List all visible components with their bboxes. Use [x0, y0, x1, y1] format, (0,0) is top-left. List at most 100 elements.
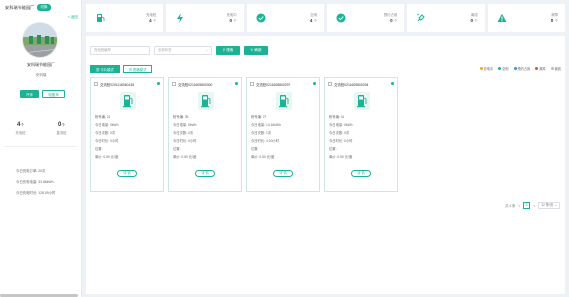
today-info-list: 今日充电订单: 20次 今日充电电量: 33.86kWh 今日充电时长: 128… — [16, 166, 55, 199]
gun-number: 枪号编: 39 — [173, 115, 189, 119]
detail-button[interactable]: 详 情 — [273, 170, 293, 177]
tab-card-mode[interactable]: ▦ 卡片模式 — [90, 65, 120, 73]
refresh-button[interactable]: ↻ 刷新 — [244, 46, 268, 55]
pager-prev-button[interactable]: < — [518, 204, 520, 208]
charging-pile-icon — [95, 13, 105, 23]
pile-checkbox[interactable] — [94, 82, 98, 86]
detail-button[interactable]: 详 情 — [195, 170, 215, 177]
status-card-fault[interactable]: 故障 0 个 — [487, 4, 565, 32]
station-sidebar: 安科瑞节能园厂 切换 < 返回 安科瑞节能园厂 安科瑞 汽车 电瓶车 4个 充电… — [0, 0, 82, 297]
search-button-label: 搜索 — [226, 48, 234, 52]
legend-label: 充电中 — [483, 67, 494, 71]
chevron-down-icon: ⌄ — [554, 203, 557, 207]
gun-number: 枪号编: 21 — [95, 115, 111, 119]
unit-price: 单价: 0.50 元/度 — [95, 155, 119, 159]
today-count: 今日次数: 0次 — [95, 131, 116, 135]
status-count: 4 — [309, 18, 313, 23]
status-dot — [235, 82, 238, 85]
check-circle-icon — [256, 13, 266, 23]
search-icon: ⚲ — [222, 48, 226, 52]
today-orders: 今日充电订单: 20次 — [16, 169, 46, 173]
status-summary: 充电桩 4 个 充电中 0 个 空闲 4 个 预约占用 0 个 离线 0 个 故… — [86, 4, 565, 32]
tab-car[interactable]: 汽车 — [20, 90, 40, 98]
pager-next-button[interactable]: > — [533, 204, 535, 208]
status-unit: 个 — [474, 19, 478, 23]
search-button[interactable]: ⚲ 搜索 — [216, 46, 240, 55]
legend-dot — [479, 67, 483, 70]
status-card-idle[interactable]: 空闲 4 个 — [246, 4, 324, 32]
view-mode-tabs: ▦ 卡片模式 ☰ 表格模式 — [90, 65, 153, 73]
status-label: 充电中 — [226, 13, 237, 17]
pile-checkbox[interactable] — [328, 82, 332, 86]
detail-button[interactable]: 详 情 — [117, 170, 137, 177]
tab-table-mode[interactable]: ☰ 表格模式 — [122, 65, 153, 73]
status-label: 预约占用 — [383, 13, 398, 17]
pile-card[interactable]: 交流桩0201116060135 枪号编: 21 今日电量: 0kWh 今日次数… — [90, 77, 164, 192]
unit-price: 单价: 0.50 元/度 — [251, 155, 275, 159]
plug-icon — [416, 13, 426, 23]
refresh-icon: ↻ — [250, 48, 254, 52]
station-stats: 4个 充电桩 0个 直流桩 — [0, 122, 82, 135]
status-card-reserved[interactable]: 预约占用 0 个 — [326, 4, 405, 32]
status-unit: 个 — [393, 19, 398, 23]
legend-fault: 故障 — [535, 66, 546, 71]
pile-code: 交流桩0201116060135 — [100, 82, 135, 87]
pile-checkbox[interactable] — [250, 82, 254, 86]
today-duration: 今日时长: 0小时 — [173, 139, 197, 143]
page-size-select[interactable]: 12 条/页 ⌄ — [538, 202, 560, 209]
status-legend: 充电中 空闲 预约占用 故障 离线 — [479, 66, 561, 71]
back-link[interactable]: < 返回 — [68, 15, 78, 20]
status-label: 充电桩 — [146, 13, 157, 17]
legend-reserved: 预约占用 — [513, 66, 530, 71]
status-select[interactable]: 全部状态 ⌄ — [154, 46, 212, 55]
vehicle-type-tabs: 汽车 电瓶车 — [20, 90, 65, 98]
tab-table-mode-label: 表格模式 — [132, 68, 147, 72]
unit-price: 单价: 0.50 元/度 — [173, 155, 197, 159]
status-card-charging[interactable]: 充电中 0 个 — [166, 4, 244, 32]
status-count: 0 — [229, 18, 232, 23]
pile-card-grid: 交流桩0201116060135 枪号编: 21 今日电量: 0kWh 今日次数… — [90, 77, 398, 192]
status-count: 0 — [550, 18, 554, 23]
pile-card[interactable]: 交流桩0211609800300 枪号编: 39 今日电量: 0kWh 今日次数… — [168, 77, 242, 192]
charging-pile-icon — [198, 92, 214, 110]
status-card-total[interactable]: 充电桩 4 个 — [86, 4, 164, 32]
pile-code: 交流桩0211609800294 — [334, 82, 369, 87]
charging-pile-icon — [276, 92, 292, 110]
today-count: 今日次数: 0次 — [329, 131, 350, 135]
charging-pile-icon — [120, 92, 136, 110]
pile-checkbox[interactable] — [172, 82, 176, 86]
location: 位置: — [173, 147, 181, 151]
legend-dot — [513, 67, 517, 70]
stat-unit: 个 — [20, 123, 24, 127]
sidebar-title: 安科瑞节能园厂 — [5, 4, 35, 10]
refresh-button-label: 刷新 — [254, 48, 262, 52]
divider — [4, 146, 77, 147]
status-count: 4 — [149, 18, 152, 23]
legend-dot — [498, 67, 502, 70]
station-subtitle: 安科瑞 — [35, 73, 47, 77]
today-duration: 今日时长: 0小时 — [329, 139, 353, 143]
switch-station-button[interactable]: 切换 — [37, 4, 51, 11]
detail-button[interactable]: 详 情 — [351, 170, 371, 177]
grid-icon: ▦ — [96, 68, 100, 72]
today-duration: 今日时长: 4.20小时 — [251, 139, 280, 143]
pile-number-input[interactable]: 充电桩编号 — [90, 46, 150, 55]
gun-number: 枪号编: 27 — [251, 115, 267, 119]
pile-card[interactable]: 交流桩0211608800297 枪号编: 27 今日电量: 14.16kWh … — [246, 77, 320, 192]
lightning-icon — [175, 13, 185, 23]
status-select-value: 全部状态 — [158, 48, 172, 52]
station-name: 安科瑞节能园厂 — [27, 62, 55, 67]
tab-ebike[interactable]: 电瓶车 — [42, 90, 65, 98]
main-content: 充电桩 4 个 充电中 0 个 空闲 4 个 预约占用 0 个 离线 0 个 故… — [86, 4, 567, 294]
pagination: 共 4 条 < 1 > 12 条/页 ⌄ — [505, 202, 560, 209]
today-count: 今日次数: 0次 — [173, 131, 194, 135]
gun-number: 枪号编: 41 — [329, 115, 345, 119]
today-energy: 今日充电电量: 33.86kWh — [16, 180, 54, 184]
status-unit: 个 — [152, 19, 157, 23]
stat-dc-piles: 0个 直流桩 — [41, 122, 82, 135]
pager-page-1[interactable]: 1 — [523, 202, 531, 209]
pile-card[interactable]: 交流桩0211609800294 枪号编: 41 今日电量: 0kWh 今日次数… — [324, 77, 398, 192]
status-card-offline[interactable]: 离线 0 个 — [407, 4, 485, 32]
today-energy: 今日电量: 14.16kWh — [251, 123, 281, 127]
today-energy: 今日电量: 0kWh — [329, 123, 353, 127]
